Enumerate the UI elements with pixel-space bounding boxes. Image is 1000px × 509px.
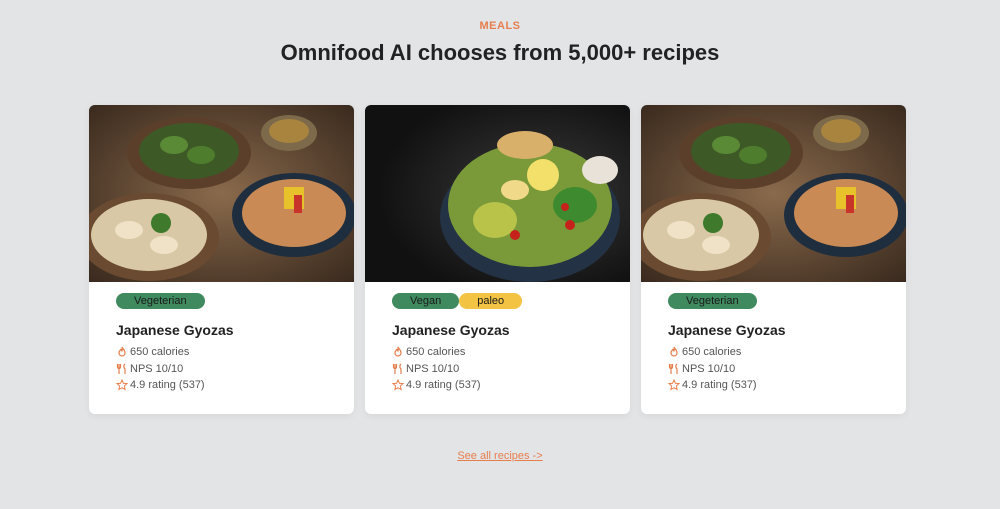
meal-title: Japanese Gyozas: [392, 322, 510, 338]
rating-text: 4.9 rating (537): [406, 379, 481, 392]
flame-icon: [118, 346, 126, 357]
meal-card: Vegan paleo Japanese Gyozas 650 calories: [365, 105, 630, 414]
section-subheading: MEALS: [479, 20, 521, 32]
tag-vegan: Vegan: [392, 293, 460, 309]
calories-text: 650 calories: [130, 346, 190, 359]
calories-attribute: 650 calories: [116, 344, 354, 361]
rating-attribute: 4.9 rating (537): [668, 377, 906, 394]
flame-icon: [670, 346, 678, 357]
flame-icon: [394, 346, 402, 357]
calories-text: 650 calories: [406, 346, 466, 359]
nps-attribute: NPS 10/10: [668, 361, 906, 378]
tag-vegetarian: Vegeterian: [116, 293, 205, 309]
calories-attribute: 650 calories: [392, 344, 630, 361]
calories-text: 650 calories: [682, 346, 742, 359]
nps-attribute: NPS 10/10: [392, 361, 630, 378]
tag-vegetarian: Vegeterian: [668, 293, 757, 309]
nps-text: NPS 10/10: [130, 362, 184, 375]
star-icon: [392, 379, 404, 391]
rating-attribute: 4.9 rating (537): [116, 377, 354, 394]
meals-section: MEALS Omnifood AI chooses from 5,000+ re…: [0, 0, 1000, 509]
nps-attribute: NPS 10/10: [116, 361, 354, 378]
meal-attributes: 650 calories NPS 10/10 4.9 rating (537): [392, 344, 630, 394]
utensils-icon: [392, 363, 402, 374]
meal-attributes: 650 calories NPS 10/10 4.9 rating (537): [116, 344, 354, 394]
utensils-icon: [668, 363, 678, 374]
meal-title: Japanese Gyozas: [668, 322, 786, 338]
meal-image: [641, 105, 906, 282]
rating-text: 4.9 rating (537): [130, 379, 205, 392]
meal-image: [365, 105, 630, 282]
tag-list: Vegeterian: [668, 293, 906, 309]
meal-image: [89, 105, 354, 282]
tag-list: Vegan paleo: [392, 293, 630, 309]
meal-card: Vegeterian Japanese Gyozas 650 calories: [641, 105, 906, 414]
star-icon: [116, 379, 128, 391]
meal-title: Japanese Gyozas: [116, 322, 234, 338]
rating-attribute: 4.9 rating (537): [392, 377, 630, 394]
tag-paleo: paleo: [459, 293, 523, 309]
rating-text: 4.9 rating (537): [682, 379, 757, 392]
see-all-recipes-link[interactable]: See all recipes ->: [457, 450, 542, 462]
nps-text: NPS 10/10: [682, 362, 736, 375]
see-all-recipes-link-container: See all recipes ->: [0, 450, 1000, 462]
meal-card: Vegeterian Japanese Gyozas 650 calories: [89, 105, 354, 414]
meal-cards: Vegeterian Japanese Gyozas 650 calories: [89, 105, 906, 414]
meal-attributes: 650 calories NPS 10/10 4.9 rating (537): [668, 344, 906, 394]
tag-list: Vegeterian: [116, 293, 354, 309]
utensils-icon: [116, 363, 126, 374]
calories-attribute: 650 calories: [668, 344, 906, 361]
section-heading: Omnifood AI chooses from 5,000+ recipes: [280, 40, 720, 65]
nps-text: NPS 10/10: [406, 362, 460, 375]
star-icon: [668, 379, 680, 391]
